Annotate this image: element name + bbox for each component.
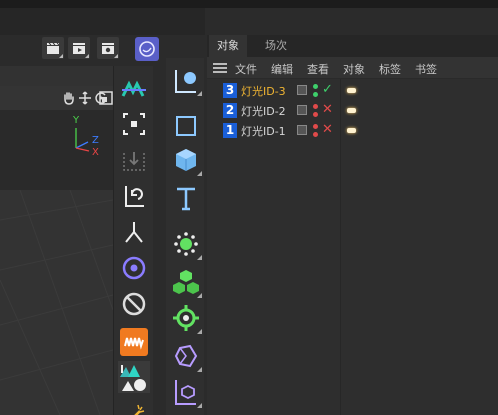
light-id-icon: 3 — [223, 83, 237, 98]
effector-gear-button[interactable] — [170, 302, 202, 334]
object-name[interactable]: 灯光ID-1 — [241, 123, 286, 139]
menu-tags[interactable]: 标签 — [379, 61, 401, 77]
viewport-header — [0, 66, 113, 86]
render-picture-button[interactable] — [68, 37, 90, 59]
snap-axis-button[interactable] — [118, 144, 150, 176]
menu-edit[interactable]: 编辑 — [271, 61, 293, 77]
menu-file[interactable]: 文件 — [235, 61, 257, 77]
deformer-button[interactable] — [170, 340, 202, 372]
submenu-corner — [59, 54, 63, 58]
live-selection-button[interactable] — [118, 108, 150, 140]
submenu-corner — [85, 54, 89, 58]
light-tag-icon[interactable] — [347, 128, 356, 133]
editor-visibility-dot[interactable] — [313, 124, 318, 129]
null-object-button[interactable] — [170, 64, 202, 96]
submenu-corner — [197, 367, 202, 372]
app-window: Y Z X 对象 场次 文件 编辑 查看 对象 标签 书签 3 灯光ID-3 ✓… — [0, 0, 498, 415]
submenu-corner — [197, 403, 202, 408]
object-name[interactable]: 灯光ID-3 — [241, 83, 286, 99]
split-icon — [125, 222, 143, 243]
title-strip — [0, 0, 498, 8]
submenu-corner — [197, 293, 202, 298]
object-list: 3 灯光ID-3 ✓ 2 灯光ID-2 ✕ 1 灯光ID-1 ✕ — [207, 79, 498, 415]
wand-icon — [134, 404, 145, 415]
rotate-object-icon — [125, 186, 144, 207]
interactive-render-button[interactable] — [135, 37, 159, 61]
hand-pan-icon[interactable] — [62, 91, 76, 105]
move-arrows-icon[interactable] — [78, 91, 92, 105]
text-spline-button[interactable] — [170, 182, 202, 214]
layer-icon[interactable] — [297, 125, 307, 135]
sound-effector-button[interactable] — [118, 326, 150, 358]
submenu-corner — [197, 171, 202, 176]
sound-effector-icon — [120, 328, 148, 356]
hamburger-menu-icon[interactable] — [213, 63, 227, 73]
tool-palette-left — [113, 66, 153, 415]
menu-view[interactable]: 查看 — [307, 61, 329, 77]
swirl-icon — [139, 41, 155, 57]
axis-label-y: Y — [73, 115, 80, 126]
render-view-button[interactable] — [42, 37, 64, 59]
cube-button[interactable] — [170, 144, 202, 176]
grid-lines — [0, 190, 113, 415]
light-id-icon: 2 — [223, 103, 237, 118]
object-row[interactable]: 3 灯光ID-3 ✓ — [207, 81, 498, 100]
plane-icon — [176, 116, 196, 136]
viewport-nav-bar — [0, 86, 113, 110]
light-id-icon: 1 — [223, 123, 237, 138]
menu-object[interactable]: 对象 — [343, 61, 365, 77]
split-button[interactable] — [118, 216, 150, 248]
object-row[interactable]: 2 灯光ID-2 ✕ — [207, 101, 498, 120]
cross-icon[interactable]: ✕ — [322, 122, 333, 137]
render-settings-button[interactable] — [97, 37, 119, 59]
rotate-object-button[interactable] — [118, 180, 150, 212]
render-visibility-dot[interactable] — [313, 92, 318, 97]
maximize-view-icon[interactable] — [99, 91, 113, 105]
disable-icon — [122, 292, 146, 316]
layer-icon[interactable] — [297, 85, 307, 95]
render-visibility-dot[interactable] — [313, 112, 318, 117]
axis-label-x: X — [92, 147, 99, 158]
top-toolbar — [0, 8, 205, 35]
object-manager: 对象 场次 文件 编辑 查看 对象 标签 书签 3 灯光ID-3 ✓ 2 灯光I… — [207, 35, 498, 415]
light-tag-icon[interactable] — [347, 108, 356, 113]
submenu-corner — [197, 91, 202, 96]
target-button[interactable] — [118, 252, 150, 284]
axis-label-z: Z — [92, 135, 99, 146]
object-row[interactable]: 1 灯光ID-1 ✕ — [207, 121, 498, 140]
wand-button[interactable] — [118, 399, 150, 415]
manager-menu-bar: 文件 编辑 查看 对象 标签 书签 — [207, 57, 498, 79]
layer-icon[interactable] — [297, 105, 307, 115]
tool-palette-right — [166, 58, 204, 415]
text-spline-icon — [177, 187, 195, 211]
editor-visibility-dot[interactable] — [313, 104, 318, 109]
submenu-corner — [197, 255, 202, 260]
cross-icon[interactable]: ✕ — [322, 102, 333, 117]
scene-object-button[interactable] — [170, 376, 202, 408]
tab-objects[interactable]: 对象 — [209, 35, 247, 57]
live-selection-icon — [123, 113, 145, 135]
render-visibility-dot[interactable] — [313, 132, 318, 137]
motion-tracker-icon — [121, 80, 146, 97]
submenu-corner — [197, 329, 202, 334]
menu-bookmarks[interactable]: 书签 — [415, 61, 437, 77]
target-icon — [122, 256, 146, 280]
plane-button[interactable] — [170, 110, 202, 142]
snap-axis-icon — [123, 152, 145, 171]
manager-tab-bar: 对象 场次 — [207, 35, 498, 57]
cloner-button[interactable] — [170, 228, 202, 260]
submenu-corner — [114, 54, 118, 58]
terrain-icon — [118, 361, 150, 393]
check-icon[interactable]: ✓ — [322, 82, 333, 97]
light-tag-icon[interactable] — [347, 88, 356, 93]
editor-visibility-dot[interactable] — [313, 84, 318, 89]
object-name[interactable]: 灯光ID-2 — [241, 103, 286, 119]
3d-viewport[interactable]: Y Z X — [0, 110, 113, 415]
terrain-button[interactable] — [118, 361, 150, 393]
disable-button[interactable] — [118, 288, 150, 320]
mograph-cubes-button[interactable] — [170, 266, 202, 298]
motion-tracker-button[interactable] — [118, 74, 150, 106]
tab-takes[interactable]: 场次 — [257, 35, 295, 57]
column-divider — [340, 79, 341, 415]
